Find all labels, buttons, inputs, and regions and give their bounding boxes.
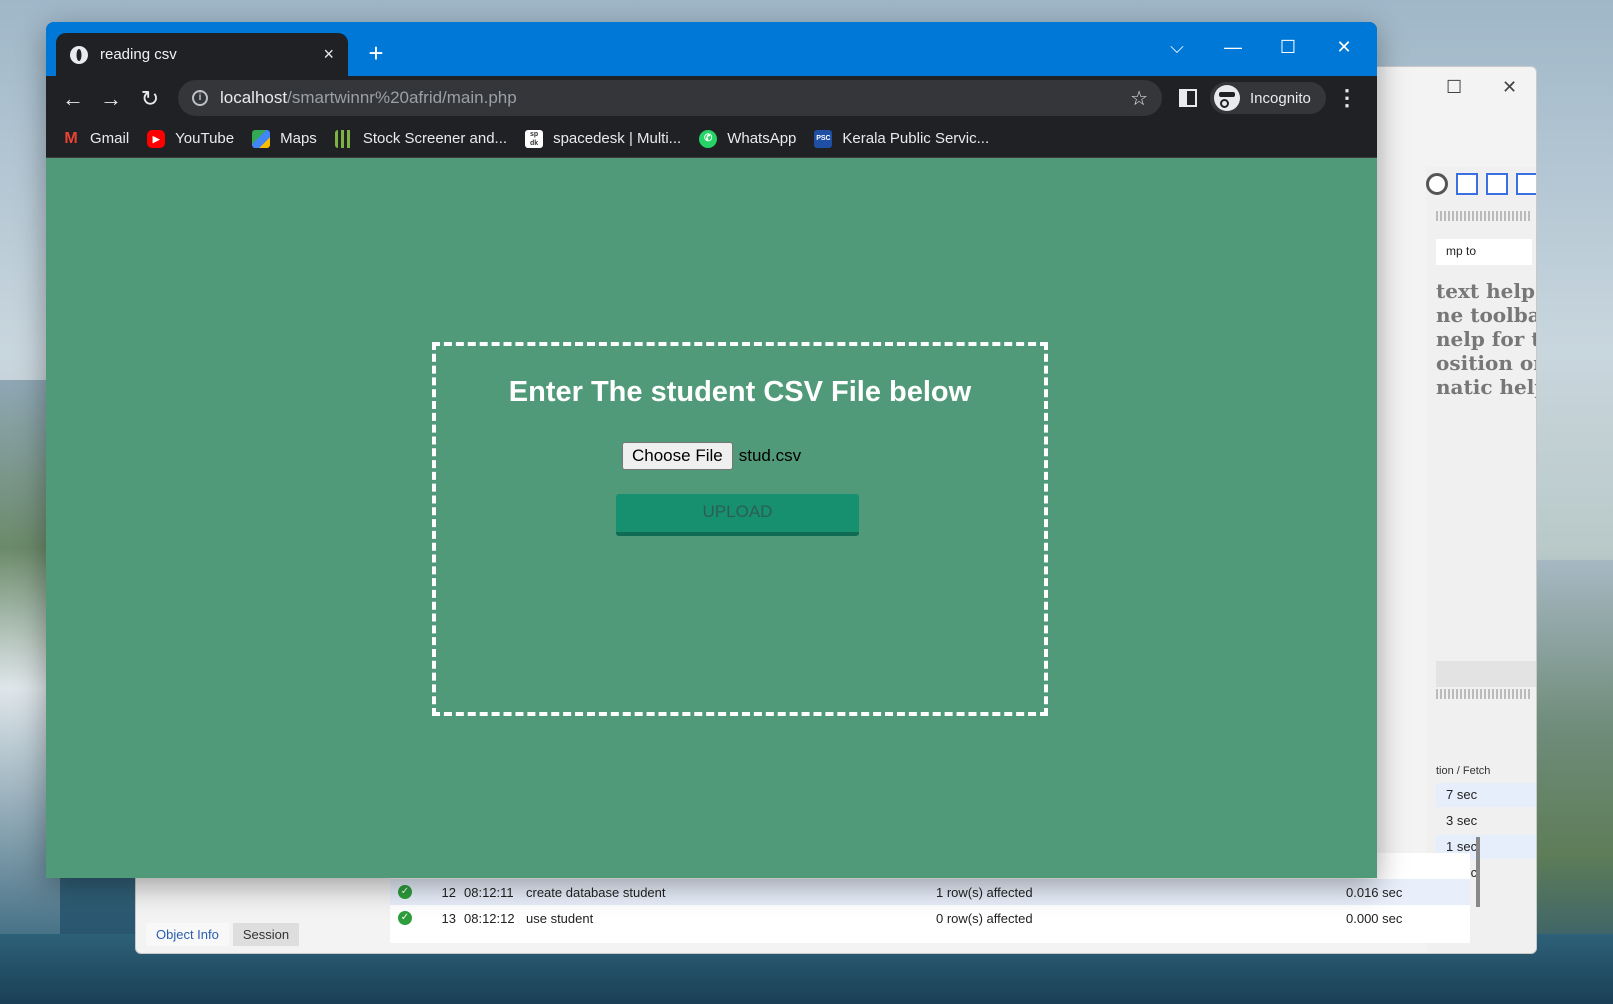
- whatsapp-icon: ✆: [699, 129, 718, 148]
- bg-band: [1436, 661, 1536, 687]
- bg-close-icon[interactable]: ✕: [1502, 77, 1517, 98]
- minimize-icon[interactable]: —: [1213, 30, 1253, 64]
- page-title: Enter The student CSV File below: [508, 376, 972, 408]
- browser-titlebar[interactable]: reading csv × + ⌵ — ☐ ✕: [46, 22, 1377, 76]
- bookmark-star-icon[interactable]: ☆: [1130, 86, 1148, 111]
- row-duration: 0.016 sec: [1346, 884, 1403, 900]
- bookmark-label: Maps: [280, 130, 317, 147]
- bg-column-header-fetch: tion / Fetch: [1436, 765, 1491, 777]
- browser-toolbar: ← → ↻ i localhost/smartwinnr%20afrid/mai…: [46, 76, 1377, 120]
- bg-help-line: text help is: [1436, 279, 1536, 303]
- bg-layout-left-icon[interactable]: [1456, 173, 1478, 195]
- bg-divider: [1436, 211, 1532, 221]
- tab-title: reading csv: [100, 46, 177, 63]
- upload-button[interactable]: UPLOAD: [616, 494, 859, 536]
- success-check-icon: ✓: [398, 885, 412, 899]
- bookmark-gmail[interactable]: M Gmail: [62, 130, 129, 148]
- incognito-icon: [1214, 85, 1240, 111]
- table-row[interactable]: ✓ 12 08:12:11 create database student 1 …: [390, 879, 1470, 905]
- row-duration: 0.000 sec: [1346, 910, 1403, 926]
- bg-help-icon[interactable]: [1426, 173, 1448, 195]
- bg-duration-cell: 3 sec: [1446, 813, 1478, 828]
- spacedesk-icon: sp dk: [525, 129, 544, 148]
- row-number: 13: [441, 910, 456, 926]
- bookmark-youtube[interactable]: ▶ YouTube: [147, 129, 235, 148]
- maps-icon: [252, 129, 271, 148]
- browser-window: reading csv × + ⌵ — ☐ ✕ ← → ↻ i localhos…: [46, 22, 1377, 878]
- site-info-icon[interactable]: i: [192, 90, 208, 106]
- bg-help-line: natic help.: [1436, 375, 1536, 399]
- globe-icon: [70, 45, 88, 64]
- url-text[interactable]: localhost/smartwinnr%20afrid/main.php: [220, 88, 1130, 108]
- bg-help-text: text help is ne toolbar t nelp for the o…: [1436, 279, 1536, 399]
- url-host: localhost: [220, 88, 288, 107]
- bar-chart-icon: [334, 129, 353, 148]
- upload-form-container: Enter The student CSV File below Choose …: [432, 342, 1048, 716]
- row-time: 08:12:11: [464, 884, 514, 900]
- forward-arrow-icon[interactable]: →: [96, 84, 126, 114]
- page-content: Enter The student CSV File below Choose …: [46, 158, 1377, 878]
- choose-file-button[interactable]: Choose File: [622, 442, 733, 470]
- maximize-icon[interactable]: ☐: [1268, 30, 1308, 64]
- bookmark-label: spacedesk | Multi...: [553, 130, 682, 147]
- tab-reading-csv[interactable]: reading csv ×: [56, 33, 348, 76]
- row-message: 0 row(s) affected: [936, 910, 1033, 926]
- bookmarks-bar: M Gmail ▶ YouTube Maps Stock Screener an…: [46, 120, 1377, 158]
- side-panel-icon[interactable]: [1179, 89, 1197, 107]
- bg-toolbar: [1426, 171, 1536, 197]
- gmail-icon: M: [64, 129, 78, 147]
- bg-layout-right-icon[interactable]: [1516, 173, 1536, 195]
- back-arrow-icon[interactable]: ←: [58, 84, 88, 114]
- close-tab-icon[interactable]: ×: [323, 44, 334, 65]
- bg-duration-cell: 7 sec: [1436, 783, 1536, 807]
- browser-menu-icon[interactable]: ⋮: [1336, 84, 1358, 114]
- row-number: 12: [441, 884, 456, 900]
- bookmark-label: YouTube: [175, 130, 235, 147]
- bookmark-spacedesk[interactable]: sp dk spacedesk | Multi...: [525, 129, 682, 148]
- tab-session[interactable]: Session: [232, 923, 300, 946]
- incognito-profile-button[interactable]: Incognito: [1210, 82, 1326, 114]
- row-time: 08:12:12: [464, 910, 515, 926]
- selected-file-name: stud.csv: [738, 446, 802, 465]
- table-row[interactable]: ✓ 13 08:12:12 use student 0 row(s) affec…: [390, 905, 1470, 931]
- bg-help-line: nelp for the: [1436, 327, 1536, 351]
- bookmark-maps[interactable]: Maps: [252, 129, 317, 148]
- bookmark-stock-screener[interactable]: Stock Screener and...: [334, 129, 508, 148]
- address-bar[interactable]: i localhost/smartwinnr%20afrid/main.php …: [178, 80, 1162, 116]
- bg-help-line: ne toolbar t: [1436, 303, 1536, 327]
- bg-help-line: osition or to: [1436, 351, 1536, 375]
- tab-search-icon[interactable]: ⌵: [1157, 30, 1197, 64]
- bg-divider: [1436, 689, 1532, 699]
- row-message: 1 row(s) affected: [936, 884, 1033, 900]
- bookmark-label: Stock Screener and...: [362, 130, 508, 147]
- row-action: create database student: [526, 884, 666, 900]
- bg-jump-to[interactable]: mp to: [1436, 239, 1532, 265]
- bg-scrollbar[interactable]: [1476, 837, 1480, 907]
- bookmark-label: WhatsApp: [727, 130, 797, 147]
- youtube-icon: ▶: [147, 129, 166, 148]
- bg-maximize-icon[interactable]: ☐: [1446, 77, 1462, 98]
- bookmark-label: Gmail: [90, 130, 130, 147]
- bookmark-whatsapp[interactable]: ✆ WhatsApp: [699, 129, 797, 148]
- bg-layout-bottom-icon[interactable]: [1486, 173, 1508, 195]
- tab-object-info[interactable]: Object Info: [146, 923, 229, 946]
- incognito-label: Incognito: [1250, 89, 1311, 107]
- new-tab-button[interactable]: +: [362, 40, 390, 68]
- reload-icon[interactable]: ↻: [135, 84, 165, 114]
- url-path: /smartwinnr%20afrid/main.php: [287, 88, 517, 107]
- bg-bottom-tabs: Object Info Session: [146, 923, 300, 946]
- success-check-icon: ✓: [398, 911, 412, 925]
- row-action: use student: [526, 910, 594, 926]
- close-window-icon[interactable]: ✕: [1324, 30, 1364, 64]
- bookmark-kerala-psc[interactable]: PSC Kerala Public Servic...: [814, 129, 990, 148]
- file-input-row: Choose File stud.csv: [622, 442, 801, 470]
- kerala-psc-icon: PSC: [814, 129, 833, 148]
- bookmark-label: Kerala Public Servic...: [842, 130, 990, 147]
